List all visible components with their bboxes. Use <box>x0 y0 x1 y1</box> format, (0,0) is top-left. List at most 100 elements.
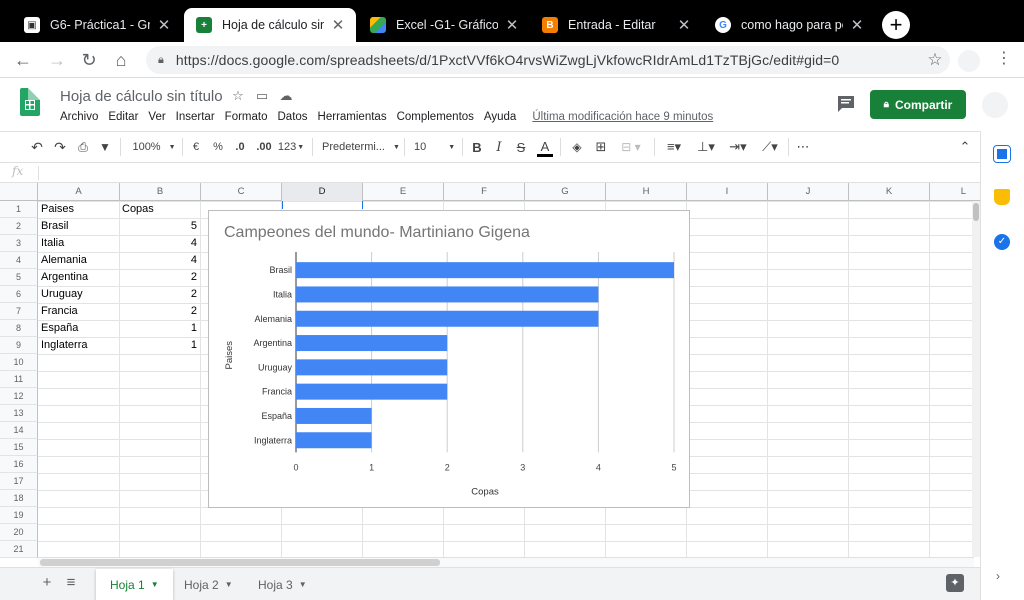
cell-b9[interactable]: 1 <box>119 337 200 354</box>
redo-icon[interactable]: ↷ <box>53 138 67 156</box>
column-header-b[interactable]: B <box>120 183 201 201</box>
column-header-h[interactable]: H <box>606 183 687 201</box>
move-folder-icon[interactable]: ▭ <box>254 88 270 104</box>
cell-b2[interactable]: 5 <box>119 218 200 235</box>
menu-ver[interactable]: Ver <box>148 111 165 123</box>
menu-insertar[interactable]: Insertar <box>176 111 215 123</box>
home-icon[interactable]: ⌂ <box>110 49 132 71</box>
account-avatar[interactable] <box>982 92 1008 118</box>
more-formats-button[interactable]: 123 ▼ <box>278 138 304 156</box>
cell-a8[interactable]: España <box>38 320 119 337</box>
italic-icon[interactable]: I <box>492 138 506 156</box>
row-header[interactable]: 1 <box>0 201 38 218</box>
row-header[interactable]: 18 <box>0 490 38 507</box>
menu-herramientas[interactable]: Herramientas <box>318 111 387 123</box>
close-icon[interactable]: ✕ <box>504 16 520 34</box>
row-header[interactable]: 9 <box>0 337 38 354</box>
column-header-g[interactable]: G <box>525 183 606 201</box>
row-header[interactable]: 4 <box>0 252 38 269</box>
cell-b6[interactable]: 2 <box>119 286 200 303</box>
cell-a6[interactable]: Uruguay <box>38 286 119 303</box>
row-header[interactable]: 19 <box>0 507 38 524</box>
undo-icon[interactable]: ↶ <box>30 138 44 156</box>
cell-a5[interactable]: Argentina <box>38 269 119 286</box>
row-header[interactable]: 12 <box>0 388 38 405</box>
close-icon[interactable]: ✕ <box>849 16 865 34</box>
borders-icon[interactable]: ⊞ <box>594 138 608 156</box>
vertical-align-icon[interactable]: ⊥▾ <box>694 138 718 156</box>
new-tab-button[interactable]: + <box>882 11 910 39</box>
row-header[interactable]: 2 <box>0 218 38 235</box>
cell-a2[interactable]: Brasil <box>38 218 119 235</box>
cell-b4[interactable]: 4 <box>119 252 200 269</box>
tasks-icon[interactable]: ✓ <box>994 234 1010 250</box>
cell-b7[interactable]: 2 <box>119 303 200 320</box>
comments-icon[interactable] <box>836 95 856 113</box>
reload-icon[interactable]: ↻ <box>78 49 100 71</box>
paint-format-icon[interactable]: ▼ <box>98 138 112 156</box>
text-wrap-icon[interactable]: ⇥▾ <box>726 138 750 156</box>
row-header[interactable]: 17 <box>0 473 38 490</box>
document-title[interactable]: Hoja de cálculo sin título <box>60 88 223 105</box>
column-header-e[interactable]: E <box>363 183 444 201</box>
decrease-decimals-button[interactable]: .0 <box>232 138 248 156</box>
menu-archivo[interactable]: Archivo <box>60 111 98 123</box>
close-icon[interactable]: ✕ <box>156 16 172 34</box>
menu-complementos[interactable]: Complementos <box>397 111 474 123</box>
vertical-scroll-thumb[interactable] <box>973 203 979 221</box>
browser-tab[interactable]: Excel -G1- Gráficos a ✕ <box>358 8 530 42</box>
close-icon[interactable]: ✕ <box>676 16 692 34</box>
print-icon[interactable]: ⎙ <box>76 138 90 156</box>
currency-button[interactable]: € <box>190 138 202 156</box>
bold-icon[interactable]: B <box>470 138 484 156</box>
row-header[interactable]: 14 <box>0 422 38 439</box>
row-header[interactable]: 21 <box>0 541 38 558</box>
browser-tab[interactable]: G como hago para peg ✕ <box>703 8 875 42</box>
column-header-a[interactable]: A <box>38 183 120 201</box>
column-header-f[interactable]: F <box>444 183 525 201</box>
sheets-logo-icon[interactable] <box>20 88 40 116</box>
collapse-menu-icon[interactable]: ⌃ <box>958 138 972 156</box>
horizontal-align-icon[interactable]: ≡▾ <box>662 138 686 156</box>
zoom-select[interactable]: 100% ▼ <box>132 138 176 156</box>
row-header[interactable]: 15 <box>0 439 38 456</box>
close-icon[interactable]: ✕ <box>330 16 346 34</box>
sheet-tab-hoja-1[interactable]: Hoja 1 ▼ <box>96 569 173 600</box>
keep-icon[interactable] <box>994 189 1010 205</box>
row-header[interactable]: 3 <box>0 235 38 252</box>
explore-icon[interactable]: ✦ <box>946 574 964 592</box>
row-header[interactable]: 5 <box>0 269 38 286</box>
address-bar[interactable]: 🔒︎ https://docs.google.com/spreadsheets/… <box>146 46 950 74</box>
text-rotation-icon[interactable]: ⟋▾ <box>758 138 782 156</box>
browser-menu-icon[interactable]: ⋮ <box>996 48 1012 72</box>
profile-avatar[interactable] <box>958 50 980 72</box>
cell-b5[interactable]: 2 <box>119 269 200 286</box>
cell-b1[interactable]: Copas <box>119 201 200 218</box>
vertical-scrollbar[interactable] <box>972 201 980 557</box>
browser-tab[interactable]: ▣ G6- Práctica1 - Gráfi ✕ <box>12 8 182 42</box>
increase-decimals-button[interactable]: .00 <box>254 138 274 156</box>
cell-a3[interactable]: Italia <box>38 235 119 252</box>
column-header-c[interactable]: C <box>201 183 282 201</box>
menu-datos[interactable]: Datos <box>278 111 308 123</box>
text-color-icon[interactable]: A <box>537 138 553 157</box>
formula-bar[interactable] <box>0 163 980 183</box>
star-icon[interactable]: ☆ <box>230 88 246 104</box>
menu-editar[interactable]: Editar <box>108 111 138 123</box>
column-header-j[interactable]: J <box>768 183 849 201</box>
expand-panel-icon[interactable]: › <box>996 569 1000 583</box>
select-all-corner[interactable] <box>0 183 38 201</box>
cell-a7[interactable]: Francia <box>38 303 119 320</box>
row-header[interactable]: 11 <box>0 371 38 388</box>
browser-tab[interactable]: B Entrada - Editar ✕ <box>530 8 702 42</box>
row-header[interactable]: 10 <box>0 354 38 371</box>
browser-tab-active[interactable]: + Hoja de cálculo sin tí ✕ <box>184 8 356 42</box>
add-sheet-icon[interactable]: + <box>38 574 56 592</box>
font-family-select[interactable]: Predetermi... ▼ <box>322 138 400 156</box>
bookmark-star-icon[interactable]: ☆ <box>920 50 950 70</box>
merge-cells-icon[interactable]: ⊟ ▾ <box>618 138 644 156</box>
all-sheets-icon[interactable]: ≡ <box>62 574 80 592</box>
last-modified-link[interactable]: Última modificación hace 9 minutos <box>532 111 713 123</box>
cell-b3[interactable]: 4 <box>119 235 200 252</box>
fill-color-icon[interactable]: ◈ <box>570 138 584 156</box>
